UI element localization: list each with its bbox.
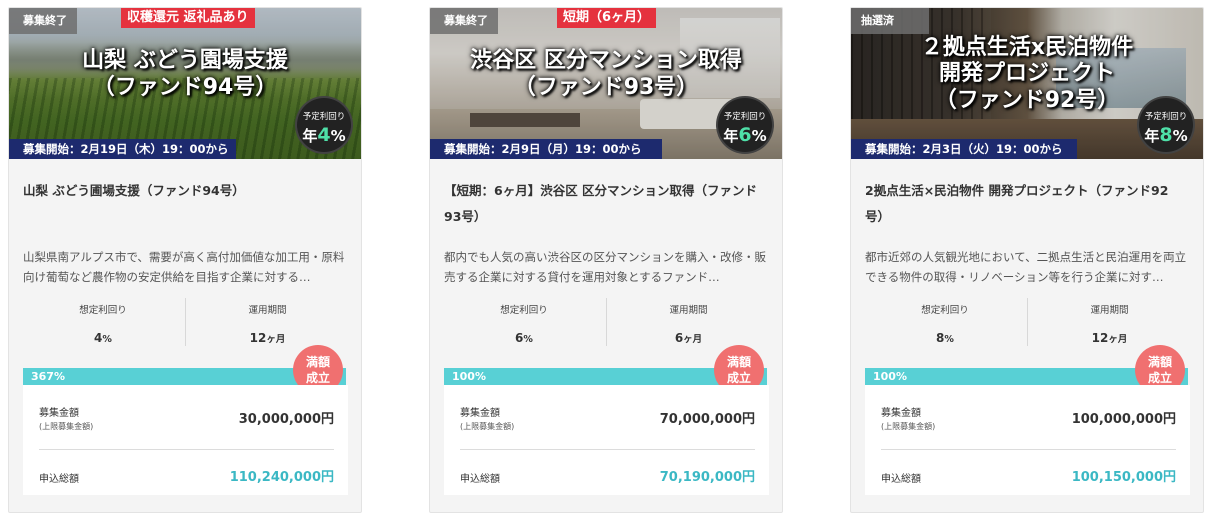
fund-hero-image[interactable]: 募集終了 収穫還元 返礼品あり 山梨 ぶどう園場支援 （ファンド94号） 募集開… <box>9 8 361 159</box>
amount-sub-label: (上限募集金額) <box>39 422 94 431</box>
fund-card-93[interactable]: 募集終了 短期（6ヶ月） 渋谷区 区分マンション取得 （ファンド93号） 募集開… <box>429 7 783 513</box>
stat-yield: 想定利回り 8% <box>863 298 1027 346</box>
divider <box>881 449 1176 450</box>
fund-title[interactable]: 2拠点生活×民泊物件 開発プロジェクト（ファンド92号） <box>865 178 1183 230</box>
stat-period: 運用期間 6ヶ月 <box>606 298 770 346</box>
stat-label: 想定利回り <box>500 305 548 316</box>
rate-value: 年4% <box>302 124 346 146</box>
total-label: 申込総額 <box>881 474 921 485</box>
rate-value: 年8% <box>1144 124 1188 146</box>
stat-value: 8% <box>936 331 954 345</box>
fund-card-94[interactable]: 募集終了 収穫還元 返礼品あり 山梨 ぶどう園場支援 （ファンド94号） 募集開… <box>8 7 362 513</box>
fund-description: 都市近郊の人気観光地において、二拠点生活と民泊運用を両立できる物件の取得・リノベ… <box>865 250 1187 284</box>
progress-percent: 367% <box>31 370 65 383</box>
hero-title: 山梨 ぶどう園場支援 （ファンド94号） <box>9 48 361 102</box>
status-badge: 抽選済 <box>851 8 929 34</box>
progress-percent: 100% <box>873 370 907 383</box>
divider <box>39 449 334 450</box>
stat-yield: 想定利回り 6% <box>442 298 606 346</box>
start-date-bar: 募集開始：2月19日（木）19：00から <box>9 139 236 159</box>
total-label: 申込総額 <box>39 474 79 485</box>
amounts-panel: 募集金額 (上限募集金額) 70,000,000円 申込総額 70,190,00… <box>444 385 769 495</box>
stat-value: 6% <box>515 331 533 345</box>
stat-label: 運用期間 <box>669 305 708 316</box>
amount-sub-label: (上限募集金額) <box>460 422 515 431</box>
total-value: 70,190,000円 <box>659 470 755 485</box>
stat-period: 運用期間 12ヶ月 <box>1027 298 1191 346</box>
rate-label: 予定利回り <box>302 112 346 122</box>
stat-value: 4% <box>94 331 112 345</box>
stat-label: 運用期間 <box>1090 305 1129 316</box>
hero-title-line: 山梨 ぶどう園場支援 <box>82 48 288 73</box>
amount-value: 30,000,000円 <box>238 412 334 427</box>
progress-percent: 100% <box>452 370 486 383</box>
amount-label: 募集金額 <box>39 408 79 419</box>
fund-stats: 想定利回り 8% 運用期間 12ヶ月 <box>863 298 1191 346</box>
stat-value: 6ヶ月 <box>674 331 703 345</box>
start-date-bar: 募集開始：2月3日（火）19：00から <box>851 139 1077 159</box>
amount-sub-label: (上限募集金額) <box>881 422 936 431</box>
rate-label: 予定利回り <box>723 112 767 122</box>
stat-label: 運用期間 <box>248 305 287 316</box>
hero-title-line: ２拠点生活x民泊物件 <box>920 35 1134 60</box>
fund-card-92[interactable]: 抽選済 ２拠点生活x民泊物件 開発プロジェクト （ファンド92号） 募集開始：2… <box>850 7 1204 513</box>
stat-period: 運用期間 12ヶ月 <box>185 298 349 346</box>
amount-value: 70,000,000円 <box>659 412 755 427</box>
total-label: 申込総額 <box>460 474 500 485</box>
amount-label: 募集金額 <box>460 408 500 419</box>
stat-label: 想定利回り <box>79 305 127 316</box>
fund-description: 山梨県南アルプス市で、需要が高く高付加価値な加工用・原料向け葡萄など農作物の安定… <box>23 250 345 284</box>
rate-label: 予定利回り <box>1144 112 1188 122</box>
stat-value: 12ヶ月 <box>1091 331 1128 345</box>
status-badge: 募集終了 <box>9 8 77 34</box>
hero-title: 渋谷区 区分マンション取得 （ファンド93号） <box>430 48 782 102</box>
hero-title-line: 渋谷区 区分マンション取得 <box>470 48 742 73</box>
status-badge: 募集終了 <box>430 8 498 34</box>
rate-value: 年6% <box>723 124 767 146</box>
amounts-panel: 募集金額 (上限募集金額) 100,000,000円 申込総額 100,150,… <box>865 385 1190 495</box>
stat-label: 想定利回り <box>921 305 969 316</box>
divider <box>460 449 755 450</box>
feature-tag: 収穫還元 返礼品あり <box>121 8 255 28</box>
amount-label: 募集金額 <box>881 408 921 419</box>
hero-title-line: （ファンド93号） <box>513 74 699 100</box>
start-date-bar: 募集開始：2月9日（月）19：00から <box>430 139 662 159</box>
fund-title[interactable]: 山梨 ぶどう圃場支援（ファンド94号） <box>23 178 341 204</box>
fund-description: 都内でも人気の高い渋谷区の区分マンションを購入・改修・販売する企業に対する貸付を… <box>444 250 766 284</box>
stat-value: 12ヶ月 <box>249 331 286 345</box>
fund-title[interactable]: 【短期：6ヶ月】渋谷区 区分マンション取得（ファンド93号） <box>444 178 762 230</box>
rate-circle: 予定利回り 年4% <box>295 96 353 154</box>
fund-stats: 想定利回り 6% 運用期間 6ヶ月 <box>442 298 770 346</box>
total-value: 100,150,000円 <box>1071 470 1176 485</box>
total-value: 110,240,000円 <box>229 470 334 485</box>
hero-title-line: （ファンド94号） <box>92 74 278 100</box>
amount-value: 100,000,000円 <box>1071 412 1176 427</box>
fund-hero-image[interactable]: 抽選済 ２拠点生活x民泊物件 開発プロジェクト （ファンド92号） 募集開始：2… <box>851 8 1203 159</box>
hero-title-line: 開発プロジェクト <box>938 61 1115 87</box>
rate-circle: 予定利回り 年6% <box>716 96 774 154</box>
feature-tag: 短期（6ヶ月） <box>557 8 657 28</box>
amounts-panel: 募集金額 (上限募集金額) 30,000,000円 申込総額 110,240,0… <box>23 385 348 495</box>
fund-hero-image[interactable]: 募集終了 短期（6ヶ月） 渋谷区 区分マンション取得 （ファンド93号） 募集開… <box>430 8 782 159</box>
rate-circle: 予定利回り 年8% <box>1137 96 1195 154</box>
fund-stats: 想定利回り 4% 運用期間 12ヶ月 <box>21 298 349 346</box>
stat-yield: 想定利回り 4% <box>21 298 185 346</box>
